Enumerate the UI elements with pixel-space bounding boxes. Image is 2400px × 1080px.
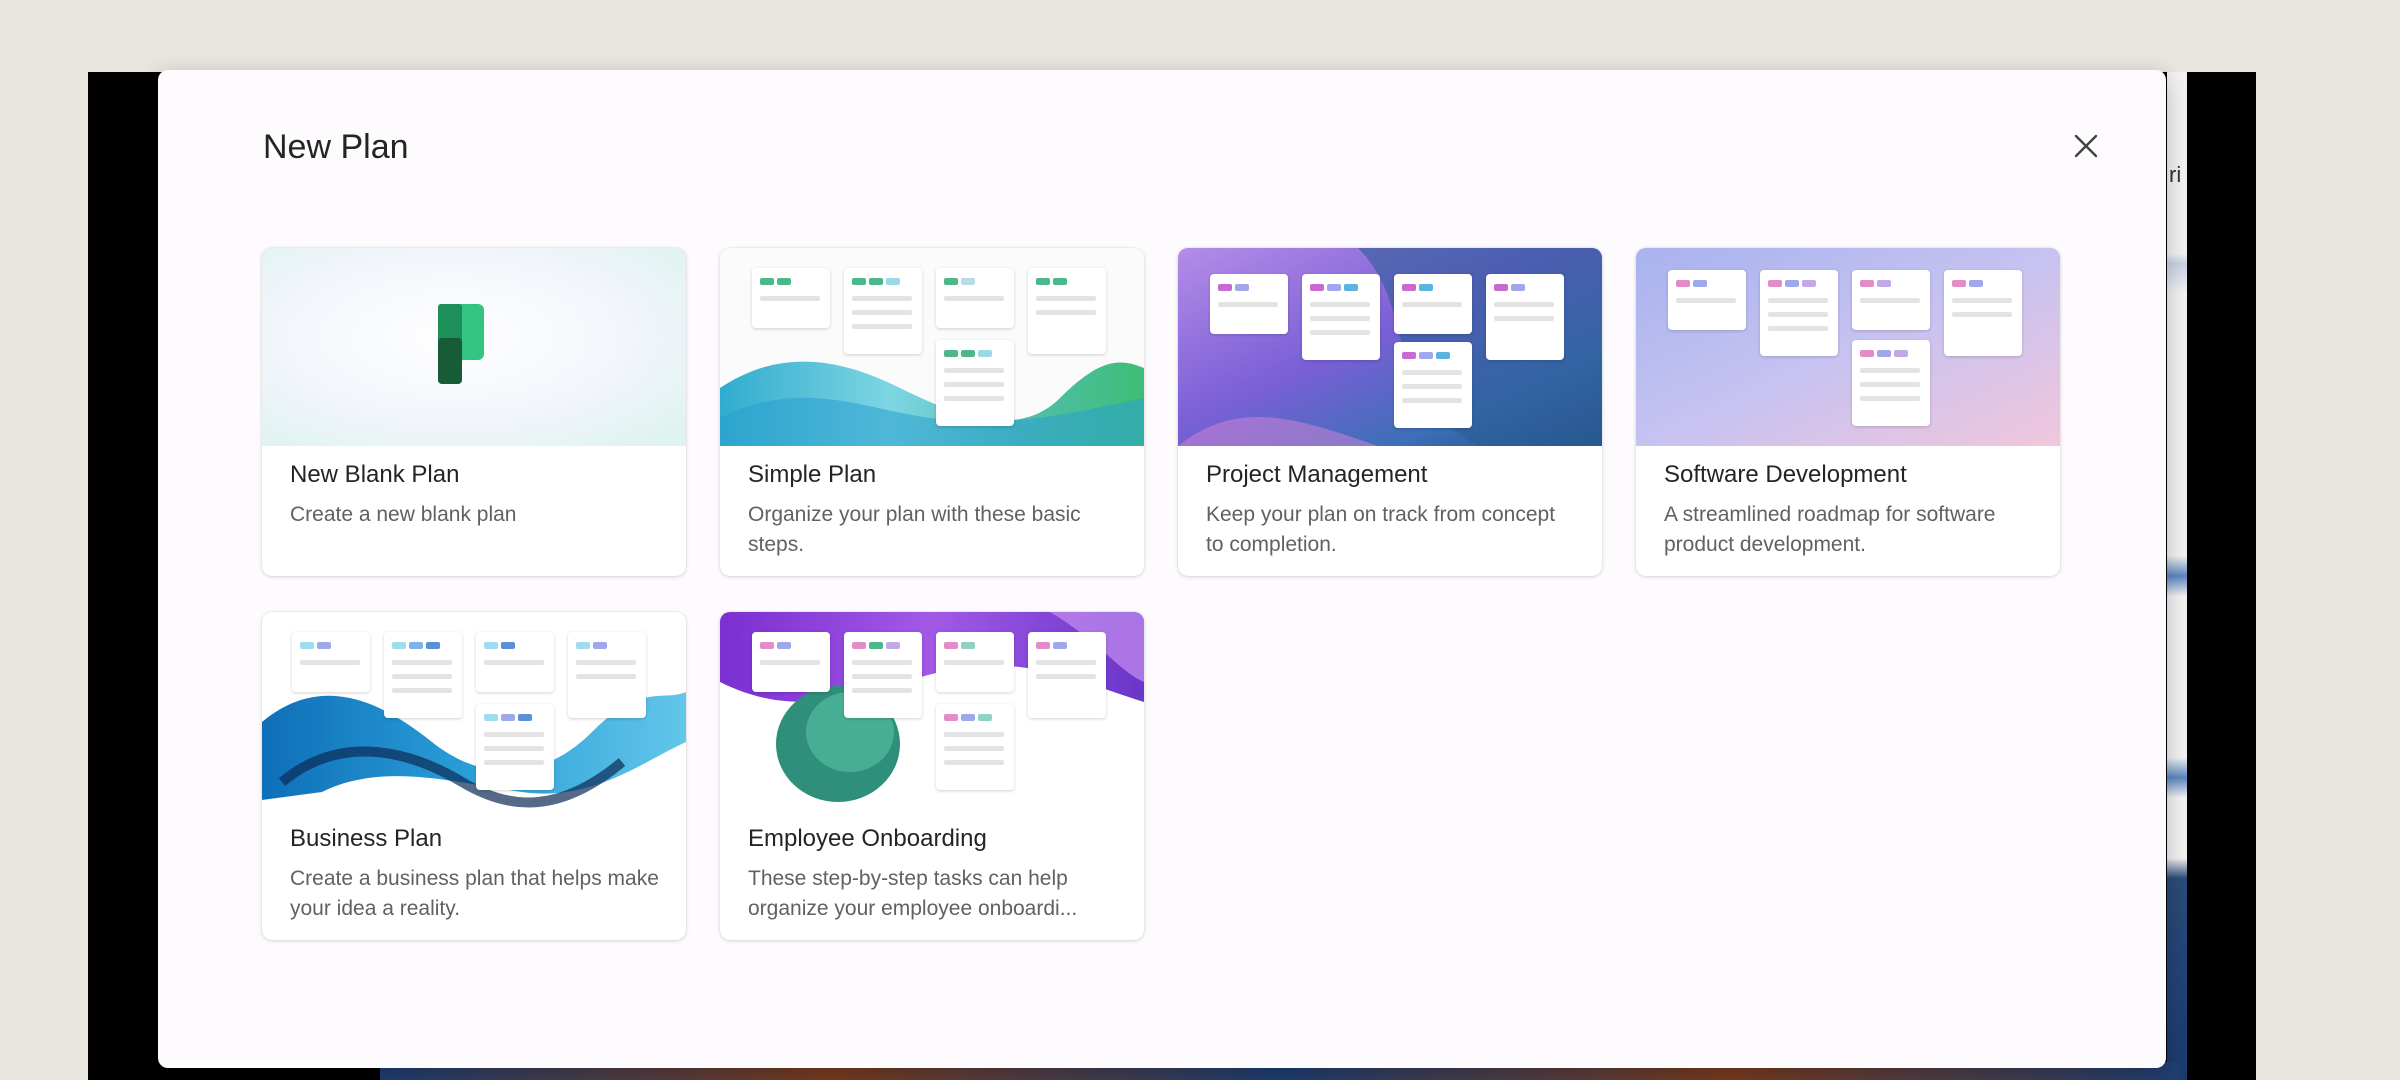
template-description: Create a new blank plan [290, 503, 517, 526]
template-grid: New Blank Plan Create a new blank plan S… [262, 248, 2102, 1008]
template-title: Project Management [1206, 461, 1428, 488]
new-plan-dialog: New Plan New Blank Plan Create a new bla… [158, 70, 2166, 1068]
template-title: New Blank Plan [290, 461, 460, 488]
template-thumbnail [1178, 248, 1602, 446]
template-thumbnail [720, 248, 1144, 446]
template-thumbnail [262, 248, 686, 446]
template-card-project-management[interactable]: Project Management Keep your plan on tra… [1178, 248, 1602, 576]
template-title: Software Development [1664, 461, 1907, 488]
template-title: Employee Onboarding [748, 825, 987, 852]
template-card-employee-onboarding[interactable]: Employee Onboarding These step-by-step t… [720, 612, 1144, 940]
dialog-title: New Plan [263, 128, 409, 166]
template-thumbnail [1636, 248, 2060, 446]
template-card-software-development[interactable]: Software Development A streamlined roadm… [1636, 248, 2060, 576]
template-title: Business Plan [290, 825, 443, 852]
template-title: Simple Plan [748, 461, 877, 488]
template-description: Create a business plan that helps make y… [290, 867, 659, 920]
template-description: These step-by-step tasks can help organi… [748, 867, 1078, 920]
template-card-business-plan[interactable]: Business Plan Create a business plan tha… [262, 612, 686, 940]
template-description: Organize your plan with these basic step… [748, 503, 1081, 556]
template-card-new-blank-plan[interactable]: New Blank Plan Create a new blank plan [262, 248, 686, 576]
template-thumbnail [720, 612, 1144, 810]
app-background-strip: ri [2167, 72, 2187, 1080]
close-button[interactable] [2066, 126, 2106, 166]
close-icon [2074, 134, 2098, 158]
template-card-simple-plan[interactable]: Simple Plan Organize your plan with thes… [720, 248, 1144, 576]
template-description: Keep your plan on track from concept to … [1206, 503, 1556, 556]
template-description: A streamlined roadmap for software produ… [1664, 503, 1996, 556]
template-thumbnail [262, 612, 686, 810]
